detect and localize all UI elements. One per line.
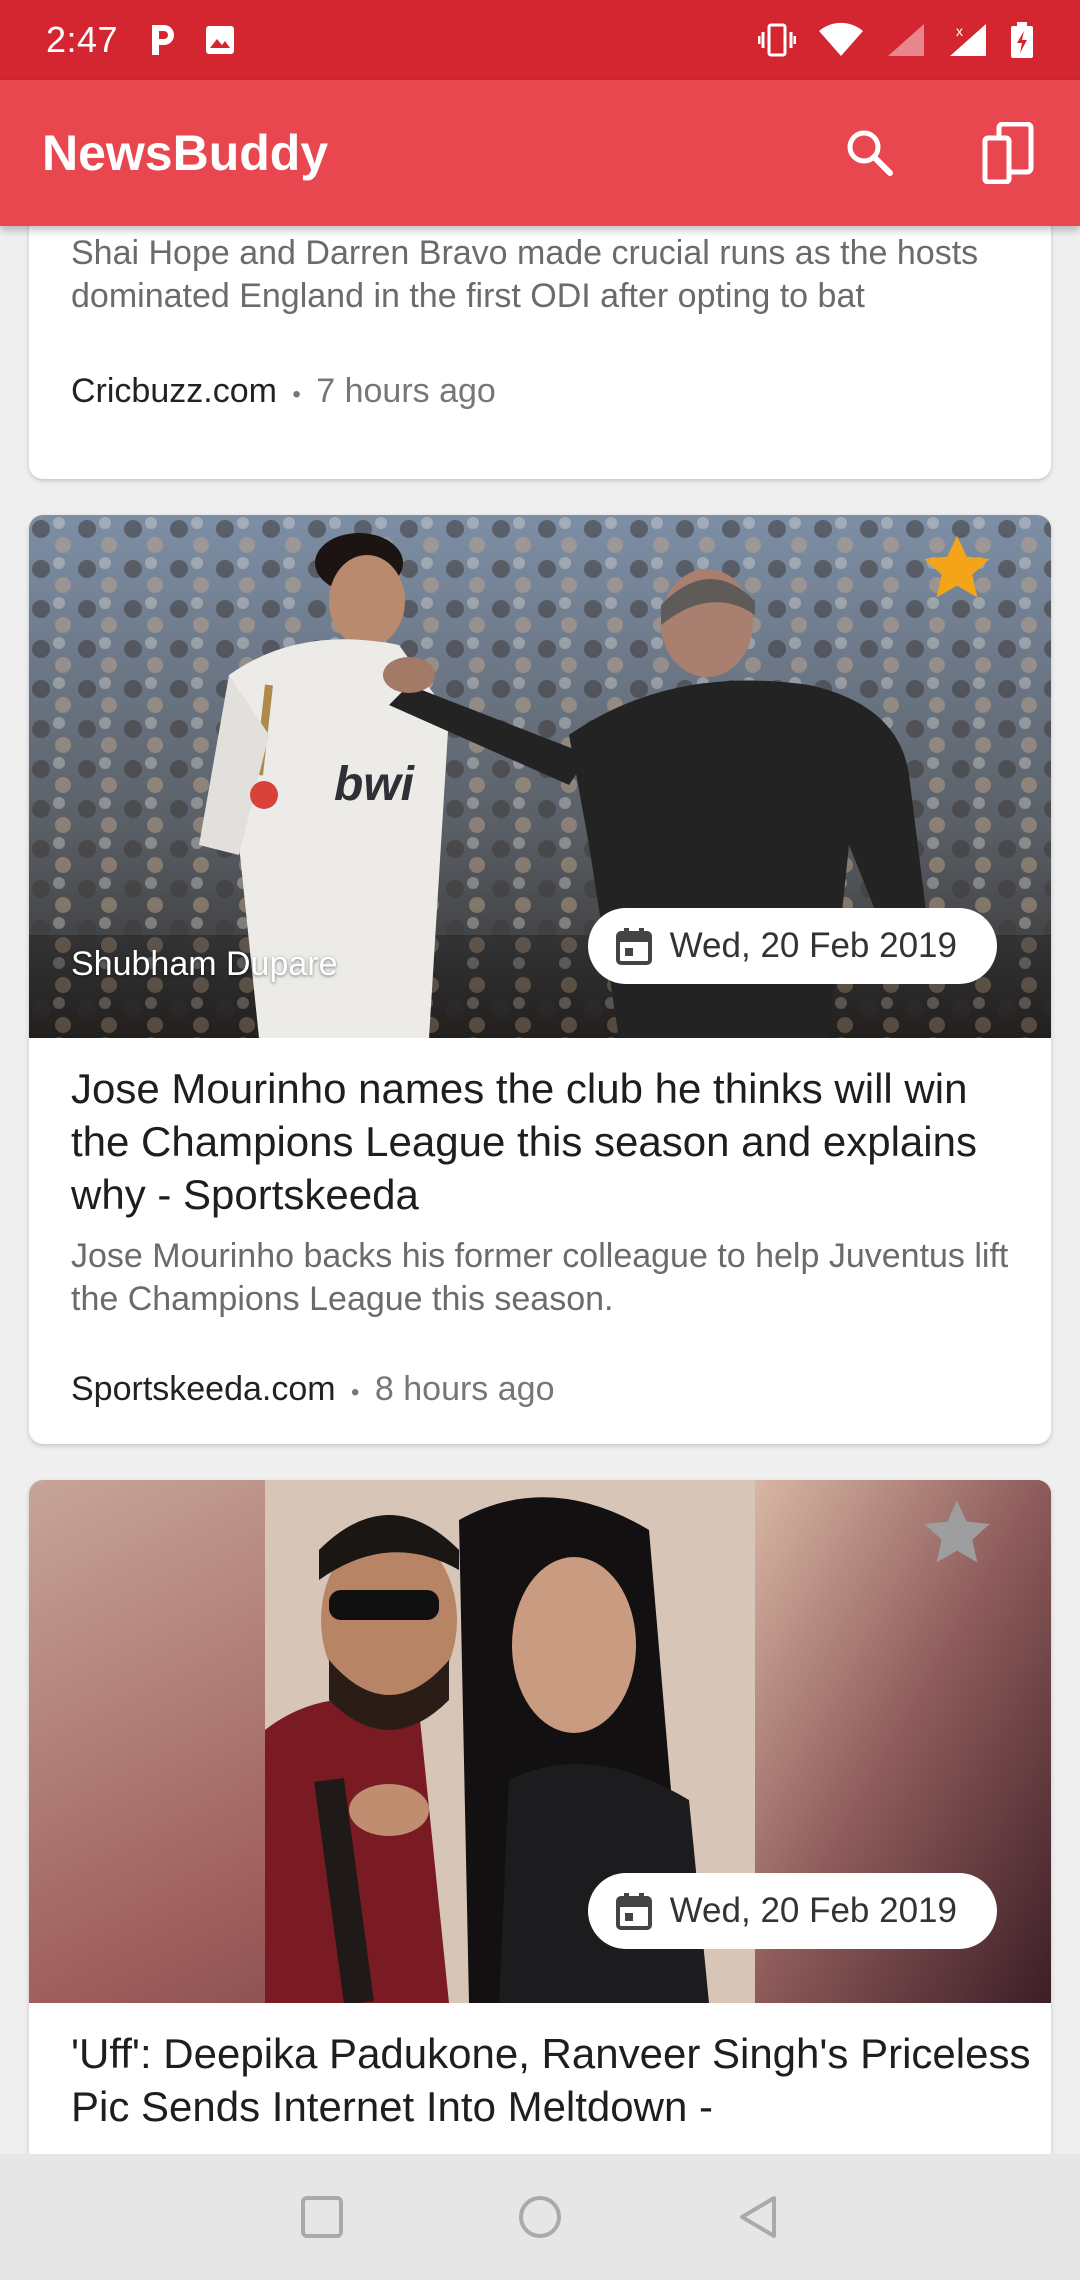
- search-button[interactable]: [840, 123, 900, 183]
- meta-separator: •: [351, 1379, 360, 1406]
- status-notification-icons: [148, 23, 236, 57]
- battery-charging-icon: [1011, 22, 1033, 58]
- card-date: Wed, 20 Feb 2019: [669, 1891, 957, 1930]
- image-icon: [206, 26, 235, 54]
- card-description: Jose Mourinho backs his former colleague…: [71, 1237, 1009, 1318]
- bookmark-star-icon[interactable]: [917, 529, 997, 609]
- card-time-ago: 8 hours ago: [374, 1370, 555, 1408]
- wifi-icon: [819, 22, 863, 56]
- bookmark-star-icon[interactable]: [917, 1494, 997, 1574]
- vibrate-icon: [758, 23, 796, 57]
- news-card[interactable]: Shai Hope and Darren Bravo made crucial …: [29, 226, 1051, 479]
- card-description: Shai Hope and Darren Bravo made crucial …: [71, 234, 979, 315]
- card-title[interactable]: 'Uff': Deepika Padukone, Ranveer Singh's…: [71, 2027, 1031, 2133]
- card-meta: Sportskeeda.com • 8 hours ago: [71, 1370, 555, 1409]
- search-icon: [847, 130, 893, 176]
- date-chip: Wed, 20 Feb 2019: [587, 908, 997, 984]
- parking-icon: [152, 25, 175, 55]
- card-image[interactable]: Wed, 20 Feb 2019: [29, 1480, 1051, 2003]
- circle-icon: [519, 2196, 561, 2238]
- back-triangle-icon: [740, 2196, 776, 2238]
- news-card[interactable]: bwi Shubham Dupare Wed, 20 Feb 2019 Jose…: [29, 515, 1051, 1444]
- recents-button[interactable]: [287, 2182, 357, 2252]
- svg-text:bwi: bwi: [334, 758, 416, 811]
- status-time: 2:47: [46, 19, 119, 60]
- calendar-icon: [615, 928, 652, 965]
- date-chip: Wed, 20 Feb 2019: [587, 1873, 997, 1949]
- meta-separator: •: [292, 381, 301, 408]
- calendar-icon: [615, 1893, 652, 1930]
- home-button[interactable]: [505, 2182, 575, 2252]
- card-image[interactable]: bwi Shubham Dupare Wed, 20 Feb 2019: [29, 515, 1051, 1038]
- status-bar: 2:47 x: [0, 0, 1080, 80]
- back-button[interactable]: [723, 2182, 793, 2252]
- signal-no-data-icon: x: [950, 23, 986, 56]
- devices-icon: [982, 122, 1034, 184]
- app-title: NewsBuddy: [42, 125, 329, 181]
- card-source[interactable]: Cricbuzz.com: [71, 372, 277, 410]
- news-feed[interactable]: Shai Hope and Darren Bravo made crucial …: [0, 226, 1080, 2154]
- card-date: Wed, 20 Feb 2019: [669, 926, 957, 965]
- card-author: Shubham Dupare: [71, 945, 338, 983]
- app-bar: NewsBuddy: [0, 80, 1080, 226]
- app-bar-actions: [840, 122, 1038, 184]
- signal-icon: [888, 24, 924, 56]
- svg-text:x: x: [956, 23, 963, 39]
- status-system-icons: x: [758, 21, 1034, 59]
- system-nav-bar: [0, 2154, 1080, 2280]
- news-card[interactable]: Wed, 20 Feb 2019 'Uff': Deepika Padukone…: [29, 1480, 1051, 2154]
- card-time-ago: 7 hours ago: [316, 372, 496, 410]
- square-icon: [301, 2196, 343, 2238]
- card-title[interactable]: Jose Mourinho names the club he thinks w…: [71, 1062, 1021, 1221]
- card-source[interactable]: Sportskeeda.com: [71, 1370, 336, 1408]
- devices-button[interactable]: [978, 122, 1038, 184]
- card-meta: Cricbuzz.com • 7 hours ago: [71, 372, 496, 411]
